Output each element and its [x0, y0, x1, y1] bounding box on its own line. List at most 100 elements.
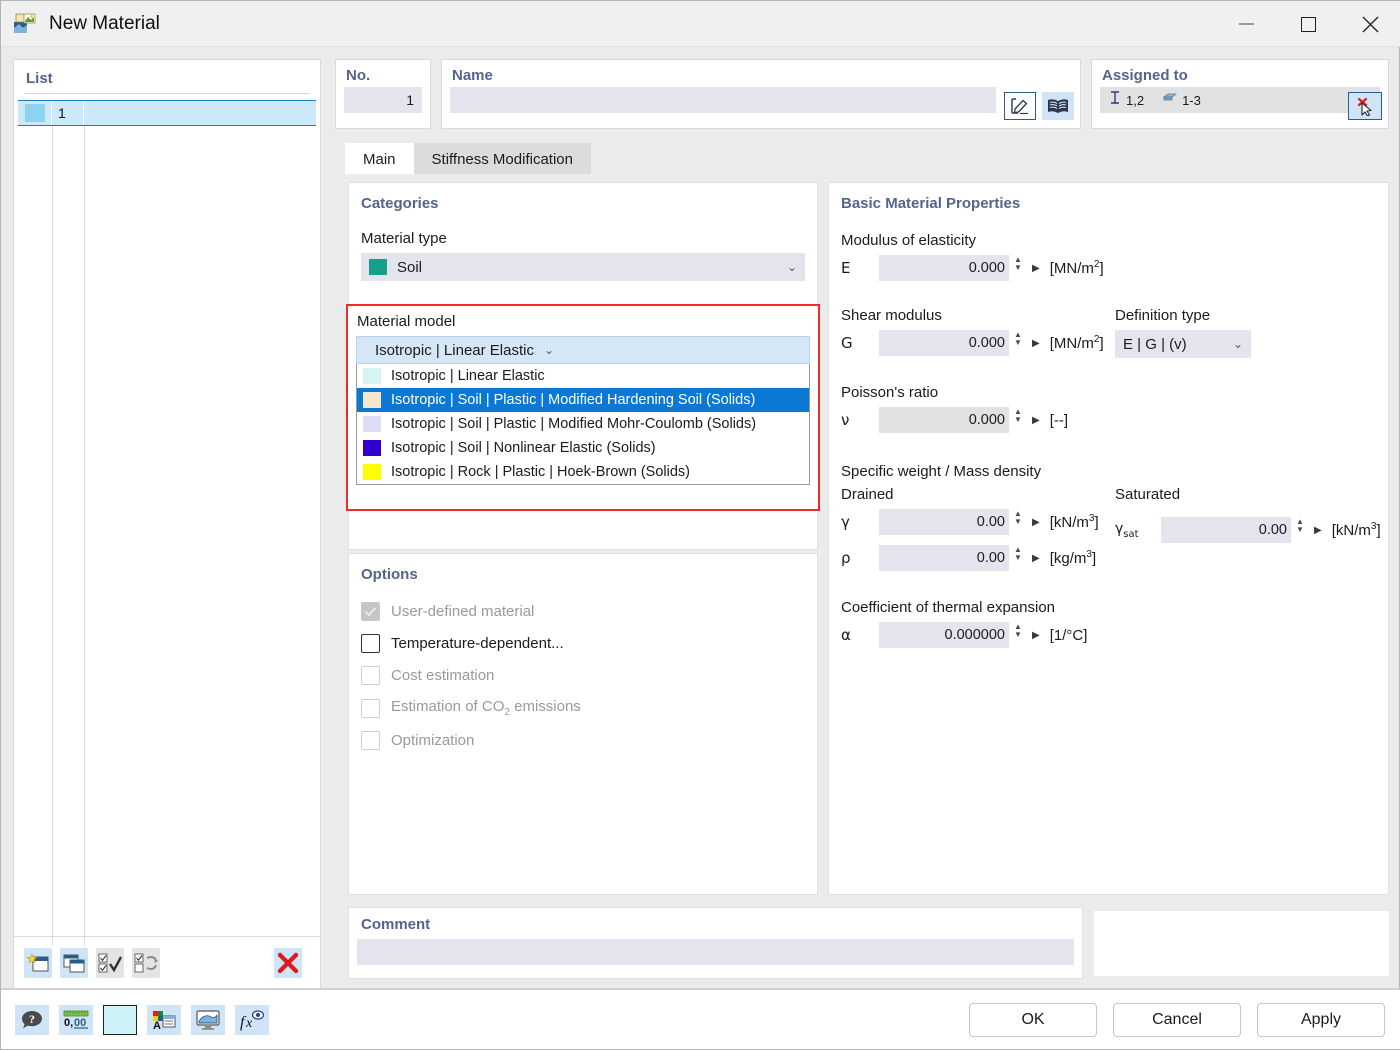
assigned-solids-value: 1-3 — [1182, 92, 1201, 108]
comment-panel: Comment — [348, 907, 1083, 979]
comment-input[interactable] — [357, 939, 1074, 965]
copy-material-button[interactable] — [59, 947, 88, 978]
option-label: User-defined material — [391, 603, 535, 620]
checkbox-user-defined-material — [361, 602, 380, 621]
book-library-icon[interactable] — [1042, 92, 1074, 120]
cancel-button[interactable]: Cancel — [1113, 1002, 1241, 1037]
dropdown-option-hoek-brown[interactable]: Isotropic | Rock | Plastic | Hoek-Brown … — [357, 460, 809, 484]
chevron-down-icon: ⌄ — [786, 260, 797, 274]
shear-unit: [MN/m2] — [1049, 334, 1104, 352]
material-type-combobox[interactable]: Soil ⌄ — [361, 253, 805, 281]
monitor-icon[interactable] — [191, 1004, 225, 1035]
list-item[interactable]: 1 — [18, 100, 316, 126]
material-type-color-swatch — [369, 259, 387, 275]
gamma-sat-spinner[interactable]: ▲ ▼ — [1296, 518, 1308, 538]
alpha-spinner[interactable]: ▲ ▼ — [1014, 623, 1026, 643]
material-model-label: Material model — [357, 313, 456, 330]
rho-input[interactable]: 0.00 — [879, 545, 1009, 571]
option-label: Temperature-dependent... — [391, 635, 564, 652]
question-balloon-icon[interactable]: ? — [15, 1004, 49, 1035]
dropdown-option-linear-elastic[interactable]: Isotropic | Linear Elastic — [357, 364, 809, 388]
poisson-spinner[interactable]: ▲ ▼ — [1014, 408, 1026, 428]
bottom-toolbar: ? 0, 00 A f x — [15, 1004, 269, 1035]
palette-window-icon[interactable]: A — [147, 1004, 181, 1035]
modulus-spinner[interactable]: ▲ ▼ — [1014, 256, 1026, 276]
gamma-expand-icon[interactable]: ▶ — [1032, 517, 1040, 528]
definition-type-label: Definition type — [1115, 307, 1211, 324]
option-temperature-dependent[interactable]: Temperature-dependent... — [361, 634, 805, 653]
checkbox-temperature-dependent[interactable] — [361, 634, 380, 653]
option-label: Estimation of CO2 emissions — [391, 698, 581, 718]
svg-text:A: A — [153, 1020, 161, 1031]
shear-input[interactable]: 0.000 — [879, 330, 1009, 356]
specific-weight-label: Specific weight / Mass density — [841, 463, 1042, 480]
assigned-members-value: 1,2 — [1126, 92, 1145, 108]
dropdown-option-nonlinear-elastic[interactable]: Isotropic | Soil | Nonlinear Elastic (So… — [357, 436, 809, 460]
option-cost-estimation: Cost estimation — [361, 666, 805, 685]
svg-text:0,: 0, — [64, 1017, 73, 1029]
assigned-to-value-field[interactable]: 1,2 1-3 — [1100, 87, 1380, 113]
dropdown-option-modified-hardening-soil[interactable]: Isotropic | Soil | Plastic | Modified Ha… — [357, 388, 809, 412]
list-rows: 1 — [18, 100, 316, 126]
decimal-places-icon[interactable]: 0, 00 — [59, 1004, 93, 1035]
definition-type-combobox[interactable]: E | G | (v) ⌄ — [1115, 330, 1251, 358]
apply-button[interactable]: Apply — [1257, 1002, 1385, 1037]
material-model-group: Material model Isotropic | Linear Elasti… — [346, 304, 820, 511]
option-user-defined-material: User-defined material — [361, 602, 805, 621]
basic-material-properties-panel: Basic Material Properties Modulus of ela… — [828, 182, 1389, 895]
invert-selection-button[interactable] — [131, 947, 160, 978]
option-color-swatch — [363, 392, 381, 408]
new-material-dialog: New Material List 1 No. 1 Name Assigned … — [0, 0, 1400, 1050]
rho-spinner[interactable]: ▲ ▼ — [1014, 546, 1026, 566]
material-model-dropdown-list: Isotropic | Linear Elastic Isotropic | S… — [356, 364, 810, 485]
option-label: Isotropic | Linear Elastic — [391, 368, 545, 384]
select-all-button[interactable] — [95, 947, 124, 978]
name-input[interactable] — [450, 87, 996, 113]
tab-main[interactable]: Main — [345, 143, 414, 177]
alpha-symbol: α — [841, 626, 851, 644]
gamma-spinner[interactable]: ▲ ▼ — [1014, 510, 1026, 530]
option-color-swatch — [363, 440, 381, 456]
number-input[interactable]: 1 — [344, 87, 422, 113]
close-button[interactable] — [1339, 1, 1400, 47]
rho-expand-icon[interactable]: ▶ — [1032, 553, 1040, 564]
modulus-input[interactable]: 0.000 — [879, 255, 1009, 281]
option-co2-emissions: Estimation of CO2 emissions — [361, 698, 805, 718]
saturated-label: Saturated — [1115, 486, 1181, 503]
gamma-sat-input[interactable]: 0.00 — [1161, 517, 1291, 543]
ok-button[interactable]: OK — [969, 1002, 1097, 1037]
new-material-button[interactable] — [24, 947, 52, 978]
delete-cursor-icon[interactable] — [1348, 92, 1382, 120]
poisson-unit: [--] — [1049, 411, 1069, 429]
gamma-sat-unit: [kN/m3] — [1331, 521, 1381, 539]
dialog-buttons: OK Cancel Apply — [969, 1002, 1385, 1037]
svg-text:x: x — [245, 1016, 253, 1031]
shear-symbol: G — [841, 334, 853, 352]
gamma-sat-expand-icon[interactable]: ▶ — [1314, 525, 1322, 536]
material-type-value: Soil — [397, 258, 423, 276]
gamma-unit: [kN/m3] — [1049, 513, 1099, 531]
tab-bar: Main Stiffness Modification — [345, 143, 591, 177]
minimize-button[interactable] — [1215, 1, 1277, 47]
alpha-expand-icon[interactable]: ▶ — [1032, 630, 1040, 641]
gamma-input[interactable]: 0.00 — [879, 509, 1009, 535]
color-swatch-icon[interactable] — [103, 1004, 137, 1035]
svg-text:00: 00 — [74, 1017, 86, 1029]
modulus-expand-icon[interactable]: ▶ — [1032, 263, 1040, 274]
poisson-expand-icon[interactable]: ▶ — [1032, 415, 1040, 426]
shear-spinner[interactable]: ▲ ▼ — [1014, 331, 1026, 351]
dropdown-option-modified-mohr-coulomb[interactable]: Isotropic | Soil | Plastic | Modified Mo… — [357, 412, 809, 436]
maximize-button[interactable] — [1277, 1, 1339, 47]
pencil-edit-icon[interactable] — [1004, 92, 1036, 120]
alpha-input[interactable]: 0.000000 — [879, 622, 1009, 648]
poisson-input[interactable]: 0.000 — [879, 407, 1009, 433]
fx-eye-icon[interactable]: f x — [235, 1004, 269, 1035]
option-label: Optimization — [391, 732, 475, 749]
material-model-combobox[interactable]: Isotropic | Linear Elastic ⌄ — [356, 336, 810, 364]
shear-expand-icon[interactable]: ▶ — [1032, 338, 1040, 349]
option-color-swatch — [363, 416, 381, 432]
number-field-card: No. 1 — [335, 59, 431, 129]
delete-material-button[interactable] — [274, 947, 303, 978]
tab-stiffness-modification[interactable]: Stiffness Modification — [413, 143, 591, 177]
solid-icon — [1162, 91, 1178, 110]
